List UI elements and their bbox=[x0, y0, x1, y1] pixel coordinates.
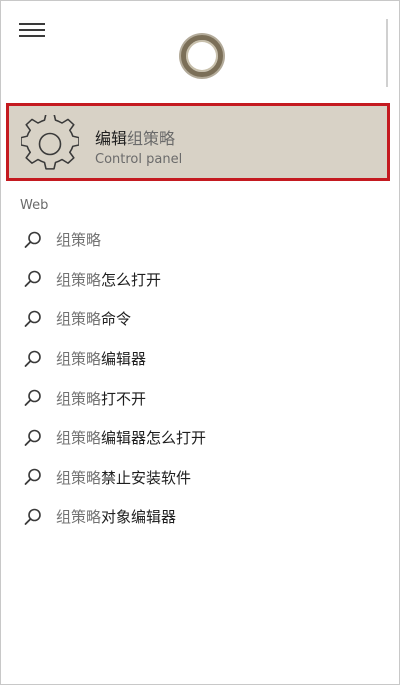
web-result-item[interactable]: 组策略命令 bbox=[1, 299, 386, 339]
web-result-item[interactable]: 组策略禁止安装软件 bbox=[1, 458, 386, 498]
search-icon bbox=[23, 467, 43, 487]
web-result-query: 组策略 bbox=[56, 508, 102, 527]
web-result-query: 组策略 bbox=[56, 429, 102, 448]
web-result-text: 组策略编辑器怎么打开 bbox=[56, 427, 206, 448]
web-result-query: 组策略 bbox=[56, 350, 102, 369]
web-result-item[interactable]: 组策略编辑器 bbox=[1, 339, 386, 379]
web-result-query: 组策略 bbox=[56, 468, 102, 487]
web-results-list: 组策略 组策略怎么打开 组策略命令 组策略编辑器 组策略打不开 组策略编辑器怎么打开 组策略… bbox=[1, 220, 386, 537]
search-icon bbox=[23, 309, 43, 329]
web-result-suffix: 怎么打开 bbox=[101, 270, 162, 289]
search-icon bbox=[23, 269, 43, 289]
gear-icon bbox=[21, 115, 79, 170]
best-match-result[interactable]: 编辑组策略 Control panel bbox=[6, 103, 390, 181]
hamburger-icon[interactable] bbox=[19, 23, 45, 39]
web-result-suffix: 命令 bbox=[101, 310, 132, 329]
scrollbar[interactable] bbox=[386, 19, 388, 87]
web-result-query: 组策略 bbox=[56, 389, 102, 408]
web-result-suffix: 禁止安装软件 bbox=[101, 468, 192, 487]
best-match-subtitle: Control panel bbox=[95, 152, 183, 167]
best-match-title-bold: 编辑 bbox=[95, 129, 128, 148]
search-icon bbox=[23, 428, 43, 448]
web-result-suffix: 编辑器怎么打开 bbox=[101, 429, 207, 448]
best-match-title-rest: 组策略 bbox=[127, 129, 176, 148]
best-match-title: 编辑组策略 bbox=[95, 125, 175, 149]
web-result-text: 组策略编辑器 bbox=[56, 348, 146, 369]
web-result-item[interactable]: 组策略怎么打开 bbox=[1, 260, 386, 300]
web-result-text: 组策略命令 bbox=[56, 308, 131, 329]
web-result-text: 组策略对象编辑器 bbox=[56, 506, 176, 527]
cortana-circle-icon[interactable] bbox=[181, 35, 223, 77]
web-result-text: 组策略禁止安装软件 bbox=[56, 467, 191, 488]
search-icon bbox=[23, 230, 43, 250]
search-icon bbox=[23, 507, 43, 527]
web-result-suffix: 打不开 bbox=[101, 389, 147, 408]
web-result-suffix: 编辑器 bbox=[101, 350, 147, 369]
web-result-text: 组策略怎么打开 bbox=[56, 269, 161, 290]
web-result-text: 组策略 bbox=[56, 229, 101, 250]
web-result-item[interactable]: 组策略打不开 bbox=[1, 378, 386, 418]
web-result-query: 组策略 bbox=[56, 310, 102, 329]
web-result-item[interactable]: 组策略编辑器怎么打开 bbox=[1, 418, 386, 458]
web-result-item[interactable]: 组策略对象编辑器 bbox=[1, 497, 386, 537]
search-icon bbox=[23, 388, 43, 408]
web-section-label: Web bbox=[20, 198, 49, 213]
search-panel: 编辑组策略 Control panel Web 组策略 组策略怎么打开 组策略命令组… bbox=[0, 0, 400, 685]
web-result-query: 组策略 bbox=[56, 231, 102, 250]
web-result-text: 组策略打不开 bbox=[56, 388, 146, 409]
search-icon bbox=[23, 349, 43, 369]
web-result-item[interactable]: 组策略 bbox=[1, 220, 386, 260]
web-result-query: 组策略 bbox=[56, 270, 102, 289]
web-result-suffix: 对象编辑器 bbox=[101, 508, 177, 527]
